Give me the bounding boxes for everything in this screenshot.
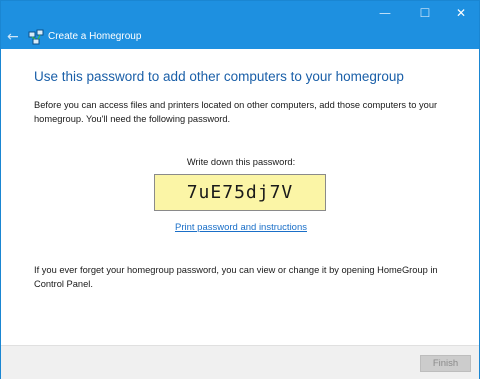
footer-text: If you ever forget your homegroup passwo…: [34, 265, 438, 289]
password-box: 7uE75dj7V: [154, 174, 326, 211]
page-heading: Use this password to add other computers…: [34, 69, 404, 84]
window-title: Create a Homegroup: [48, 31, 142, 42]
close-button[interactable]: ✕: [443, 1, 479, 25]
password-label: Write down this password:: [186, 157, 296, 167]
button-bar: Finish: [1, 345, 479, 379]
homegroup-icon: [28, 29, 44, 45]
password-value: 7uE75dj7V: [186, 182, 294, 203]
intro-text: Before you can access files and printers…: [34, 100, 438, 124]
finish-button[interactable]: Finish: [420, 355, 471, 372]
minimize-button[interactable]: —: [367, 1, 403, 25]
navigation-bar: ← Create a Homegroup: [1, 25, 479, 49]
title-bar: — ☐ ✕: [1, 1, 479, 25]
homegroup-window: — ☐ ✕ ← Create a Homegroup Use this pass…: [0, 0, 480, 379]
back-arrow-icon[interactable]: ←: [7, 28, 21, 46]
maximize-button[interactable]: ☐: [407, 1, 443, 25]
print-password-link[interactable]: Print password and instructions: [141, 222, 341, 234]
